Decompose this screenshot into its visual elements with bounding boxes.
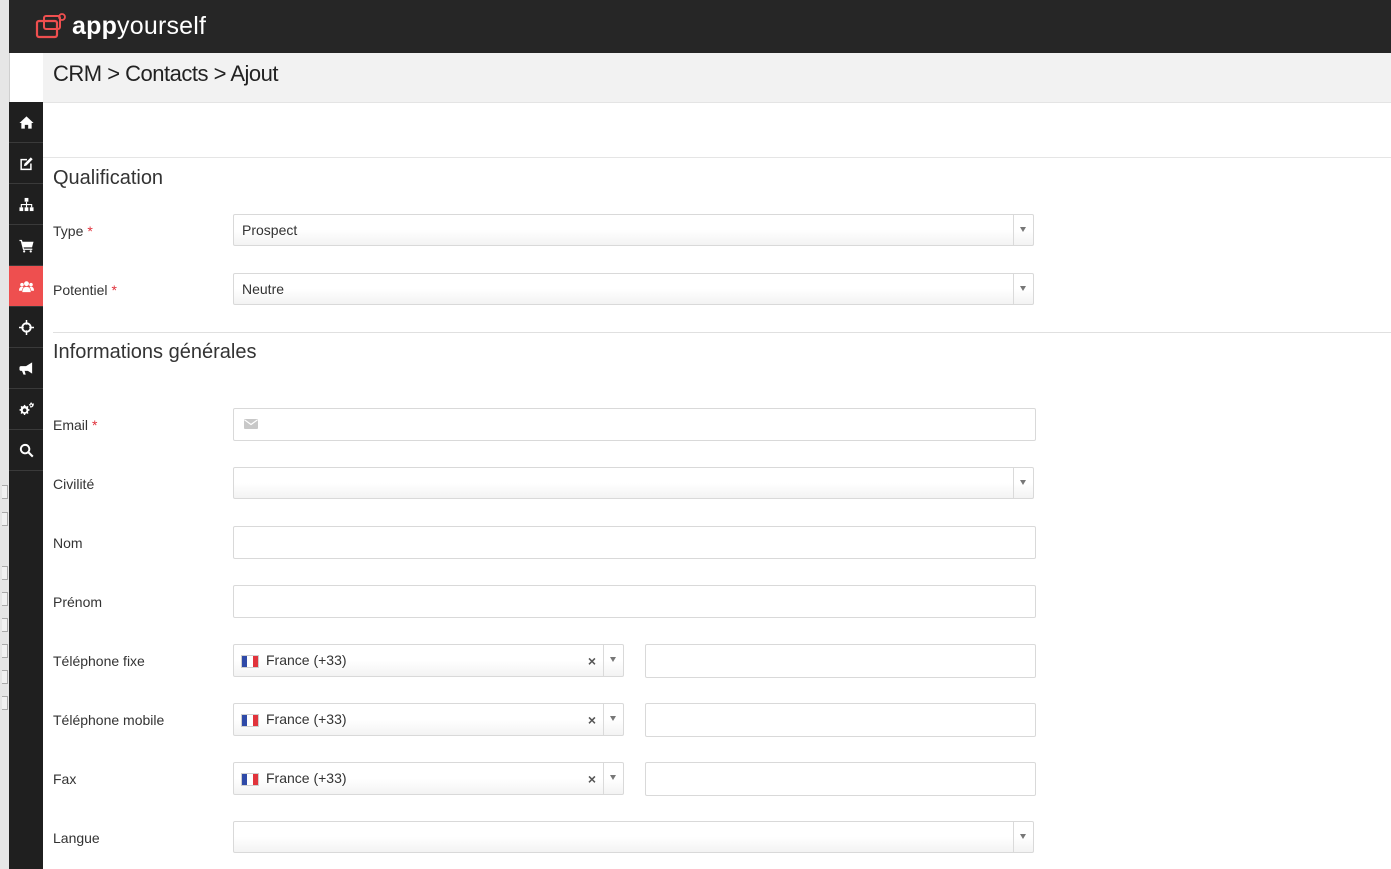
email-label: Email * (53, 417, 97, 433)
nom-field[interactable] (233, 526, 1036, 559)
tel-mobile-country-select[interactable]: France (+33) × (233, 703, 624, 736)
france-flag-icon (242, 656, 258, 667)
logo-text-rest: yourself (117, 12, 207, 40)
type-select-value: Prospect (242, 222, 298, 238)
chevron-down-icon (603, 763, 623, 794)
tel-fixe-label: Téléphone fixe (53, 653, 145, 669)
tel-fixe-number-field[interactable] (645, 644, 1036, 678)
clear-icon[interactable]: × (588, 712, 596, 728)
clear-icon[interactable]: × (588, 653, 596, 669)
type-select[interactable]: Prospect (233, 214, 1034, 246)
tel-mobile-country-value: France (+33) (266, 711, 347, 727)
sidebar-item-edit[interactable] (9, 143, 43, 184)
shopping-cart-icon (18, 239, 34, 253)
email-label-text: Email (53, 417, 89, 433)
envelope-icon (244, 419, 258, 429)
sidebar-item-contacts[interactable] (9, 266, 43, 307)
background-window-mark (2, 618, 8, 632)
sidebar-item-target[interactable] (9, 307, 43, 348)
cogs-icon (18, 401, 34, 415)
sidebar-item-home[interactable] (9, 102, 43, 143)
sidebar-item-shop[interactable] (9, 225, 43, 266)
fax-label: Fax (53, 771, 77, 787)
tel-mobile-label: Téléphone mobile (53, 712, 165, 728)
email-field[interactable] (233, 408, 1036, 441)
home-icon (18, 115, 34, 129)
background-window-mark (2, 512, 8, 526)
chevron-down-icon (1013, 274, 1033, 304)
top-bar: appyourself (9, 0, 1391, 53)
background-window-mark (2, 644, 8, 658)
chevron-down-icon (1013, 215, 1033, 245)
crosshair-icon (18, 319, 34, 335)
users-icon (18, 280, 34, 292)
potentiel-select[interactable]: Neutre (233, 273, 1034, 305)
search-icon (19, 443, 34, 457)
background-window-mark (2, 670, 8, 684)
app-logo[interactable]: appyourself (35, 12, 206, 41)
prenom-label: Prénom (53, 594, 103, 610)
logo-text: appyourself (72, 12, 206, 41)
tel-fixe-country-value: France (+33) (266, 652, 347, 668)
clear-icon[interactable]: × (588, 771, 596, 787)
sitemap-icon (18, 197, 34, 211)
fax-number-field[interactable] (645, 762, 1036, 796)
france-flag-icon (242, 774, 258, 785)
edit-icon (19, 156, 33, 170)
background-window-mark (2, 485, 8, 499)
fax-country-value: France (+33) (266, 770, 347, 786)
sidebar-item-settings[interactable] (9, 389, 43, 430)
type-label-text: Type (53, 223, 84, 239)
section-title-qualification: Qualification (53, 167, 164, 189)
potentiel-select-value: Neutre (242, 281, 285, 297)
chevron-down-icon (603, 645, 623, 676)
prenom-field[interactable] (233, 585, 1036, 618)
chevron-down-icon (1013, 822, 1033, 852)
section-title-general: Informations générales (53, 341, 257, 363)
type-label: Type * (53, 223, 93, 239)
langue-select[interactable] (233, 821, 1034, 853)
required-marker: * (92, 417, 98, 433)
civilite-label: Civilité (53, 476, 95, 492)
chevron-down-icon (1013, 468, 1033, 498)
tel-mobile-number-field[interactable] (645, 703, 1036, 737)
sidebar-item-sitemap[interactable] (9, 184, 43, 225)
nom-label: Nom (53, 535, 83, 551)
langue-label: Langue (53, 830, 100, 846)
fax-country-select[interactable]: France (+33) × (233, 762, 624, 795)
divider (53, 332, 1391, 333)
potentiel-label: Potentiel * (53, 282, 117, 298)
required-marker: * (111, 282, 117, 298)
france-flag-icon (242, 715, 258, 726)
background-window-mark (2, 696, 8, 710)
required-marker: * (87, 223, 93, 239)
tel-fixe-country-select[interactable]: France (+33) × (233, 644, 624, 677)
background-window-mark (2, 592, 8, 606)
divider (43, 157, 1391, 158)
sidebar-item-marketing[interactable] (9, 348, 43, 389)
sidebar (9, 102, 43, 869)
breadcrumb: CRM > Contacts > Ajout (53, 61, 279, 86)
breadcrumb-bar: CRM > Contacts > Ajout (43, 53, 1391, 103)
sidebar-item-search[interactable] (9, 430, 43, 471)
background-window-mark (2, 566, 8, 580)
chevron-down-icon (603, 704, 623, 735)
civilite-select[interactable] (233, 467, 1034, 499)
bullhorn-icon (18, 361, 32, 375)
potentiel-label-text: Potentiel (53, 282, 108, 298)
logo-icon (35, 12, 69, 41)
logo-text-bold: app (72, 12, 118, 40)
